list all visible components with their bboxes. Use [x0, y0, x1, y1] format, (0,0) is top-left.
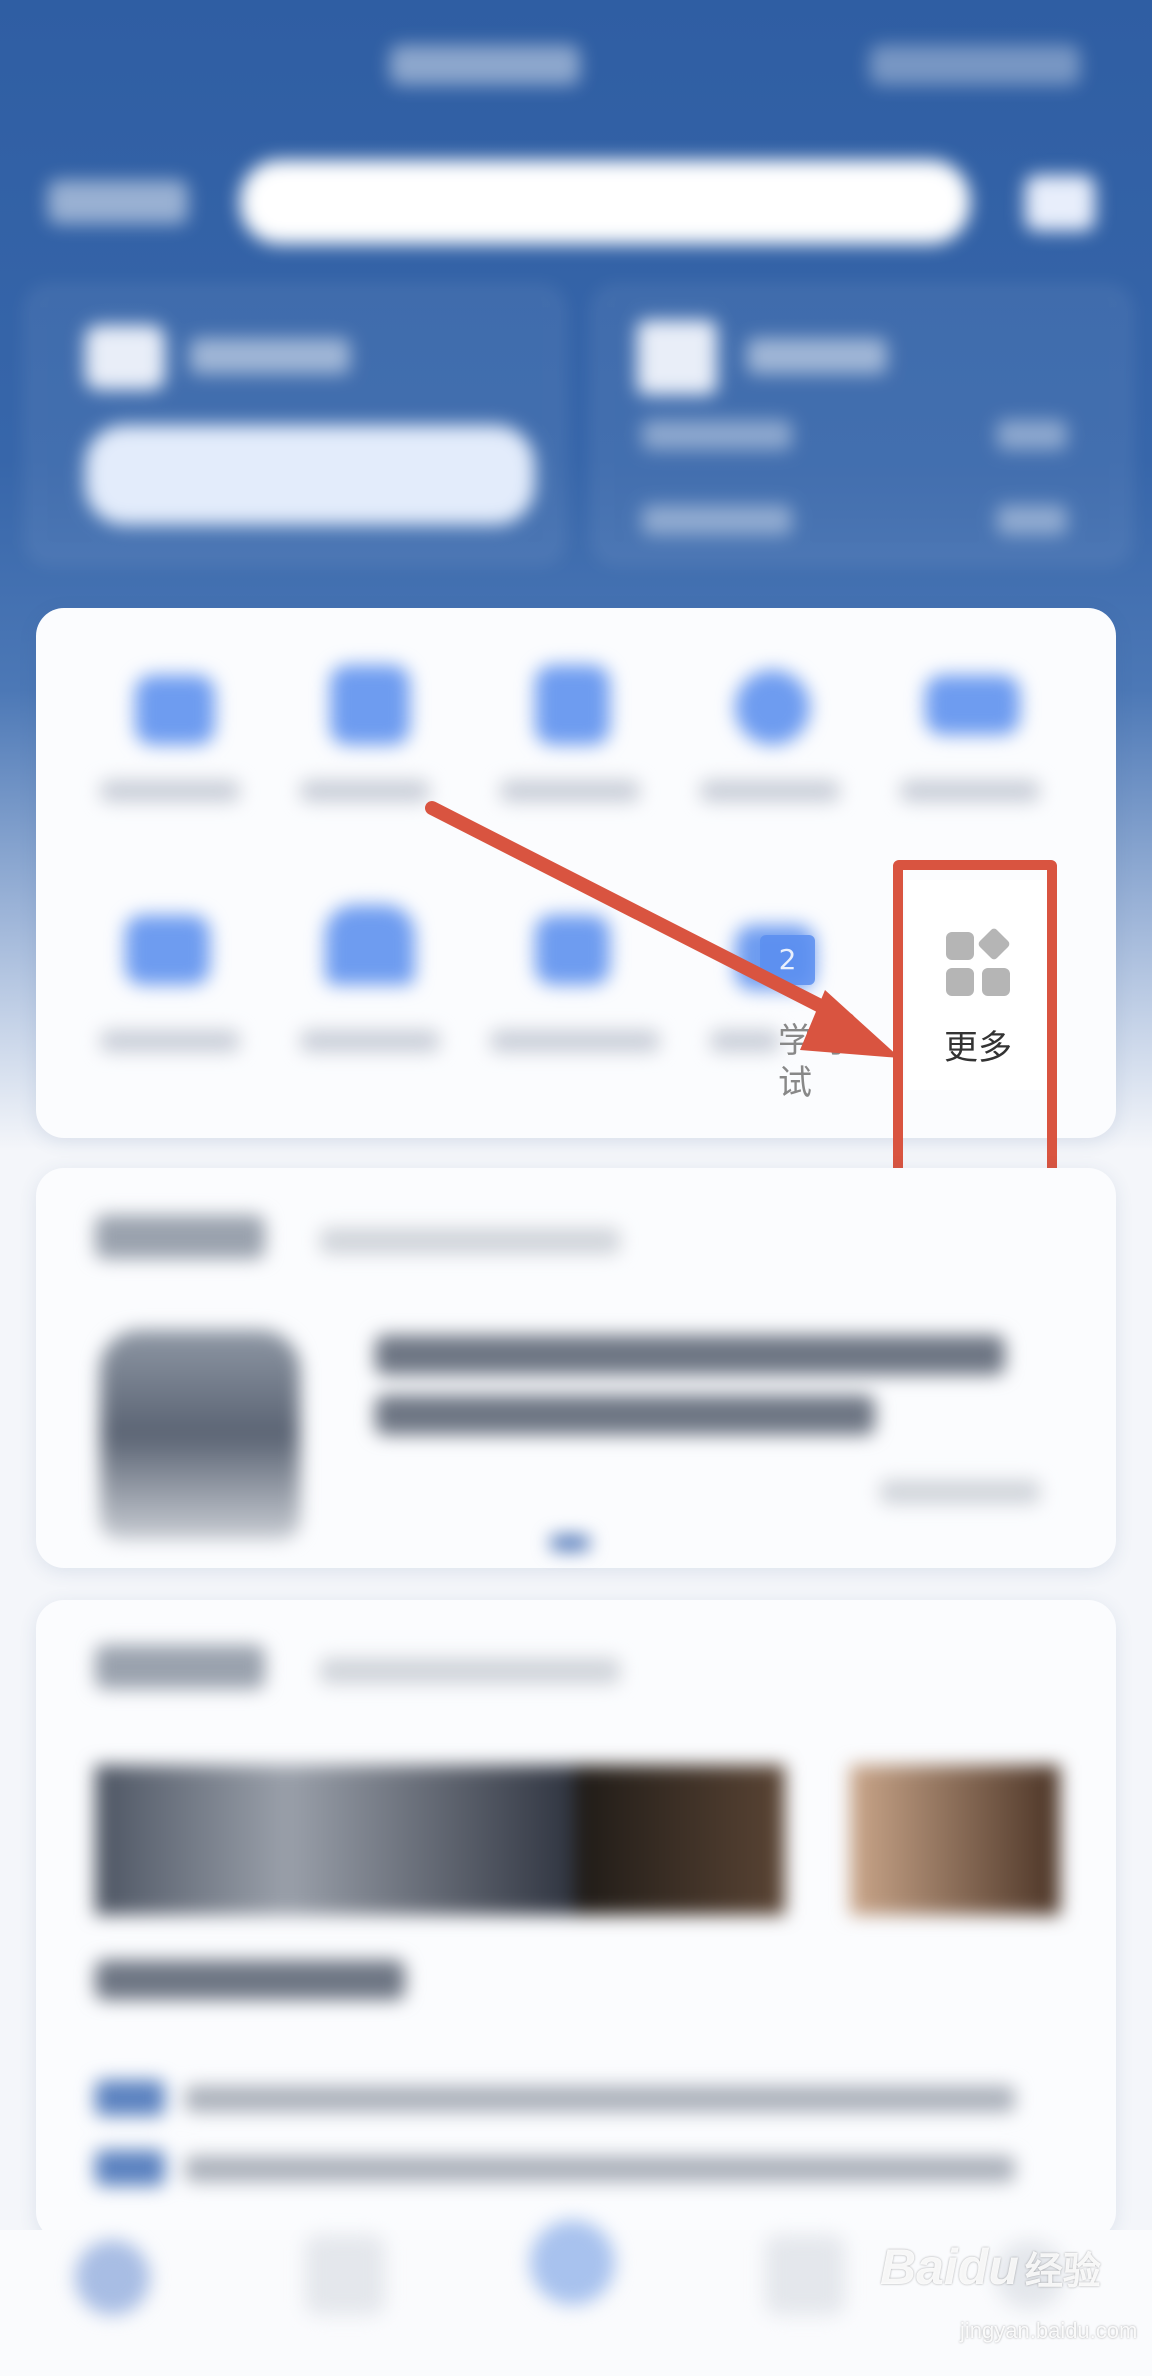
nav-center-icon[interactable] [530, 2220, 615, 2305]
watermark-url: jingyan.baidu.com [960, 2318, 1138, 2343]
news-tag [95, 2080, 165, 2116]
news-image[interactable] [95, 1765, 575, 1915]
news-headline[interactable] [375, 1335, 1005, 1375]
news-line[interactable] [185, 2086, 1015, 2112]
watermark-brand: Baidu [880, 2239, 1019, 2295]
carousel-indicator [550, 1536, 590, 1550]
watermark-logo: Baidu 经验 [880, 2238, 1101, 2296]
news-card-2[interactable] [36, 1600, 1116, 2240]
nav-home-icon[interactable] [75, 2240, 150, 2315]
section-subtitle [320, 1228, 620, 1254]
news-meta [880, 1480, 1040, 1504]
section-title [95, 1215, 265, 1259]
news-image[interactable] [575, 1765, 785, 1915]
news-headline[interactable] [95, 1960, 405, 2000]
news-line[interactable] [185, 2156, 1015, 2182]
news-thumbnail[interactable] [100, 1330, 300, 1540]
section-subtitle [320, 1658, 620, 1684]
news-headline[interactable] [375, 1395, 875, 1435]
nav-item-icon[interactable] [765, 2235, 845, 2315]
watermark-brand-cn: 经验 [1024, 2249, 1101, 2293]
news-image[interactable] [850, 1765, 1060, 1915]
news-tag [95, 2150, 165, 2186]
nav-item-icon[interactable] [305, 2235, 385, 2315]
section-title [95, 1645, 265, 1689]
